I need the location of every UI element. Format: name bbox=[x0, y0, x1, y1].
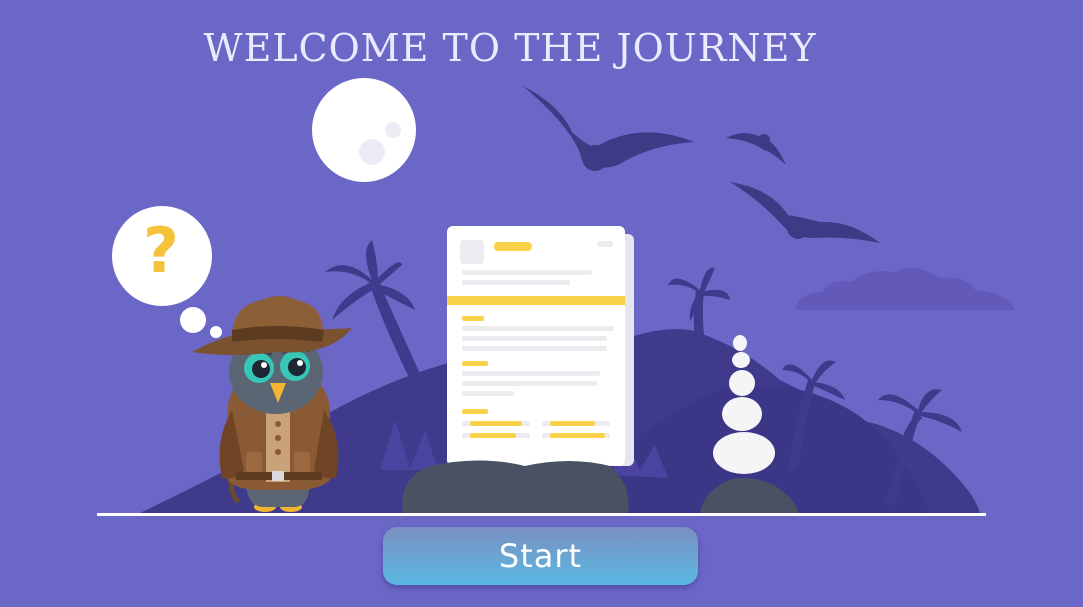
start-button[interactable]: Start bbox=[383, 527, 698, 585]
bat-icon bbox=[523, 86, 694, 171]
page-title: WELCOME TO THE JOURNEY bbox=[203, 26, 817, 70]
moon-icon bbox=[312, 78, 416, 182]
rock-icon bbox=[402, 460, 629, 513]
question-mark-icon: ? bbox=[143, 214, 179, 287]
bat-icon bbox=[730, 182, 880, 243]
palm-tree-icon bbox=[325, 240, 432, 400]
bat-icon bbox=[726, 133, 786, 165]
ground-line bbox=[97, 513, 986, 516]
scene bbox=[97, 78, 1015, 516]
cloud-icon bbox=[795, 268, 1015, 310]
document-icon bbox=[447, 226, 634, 466]
